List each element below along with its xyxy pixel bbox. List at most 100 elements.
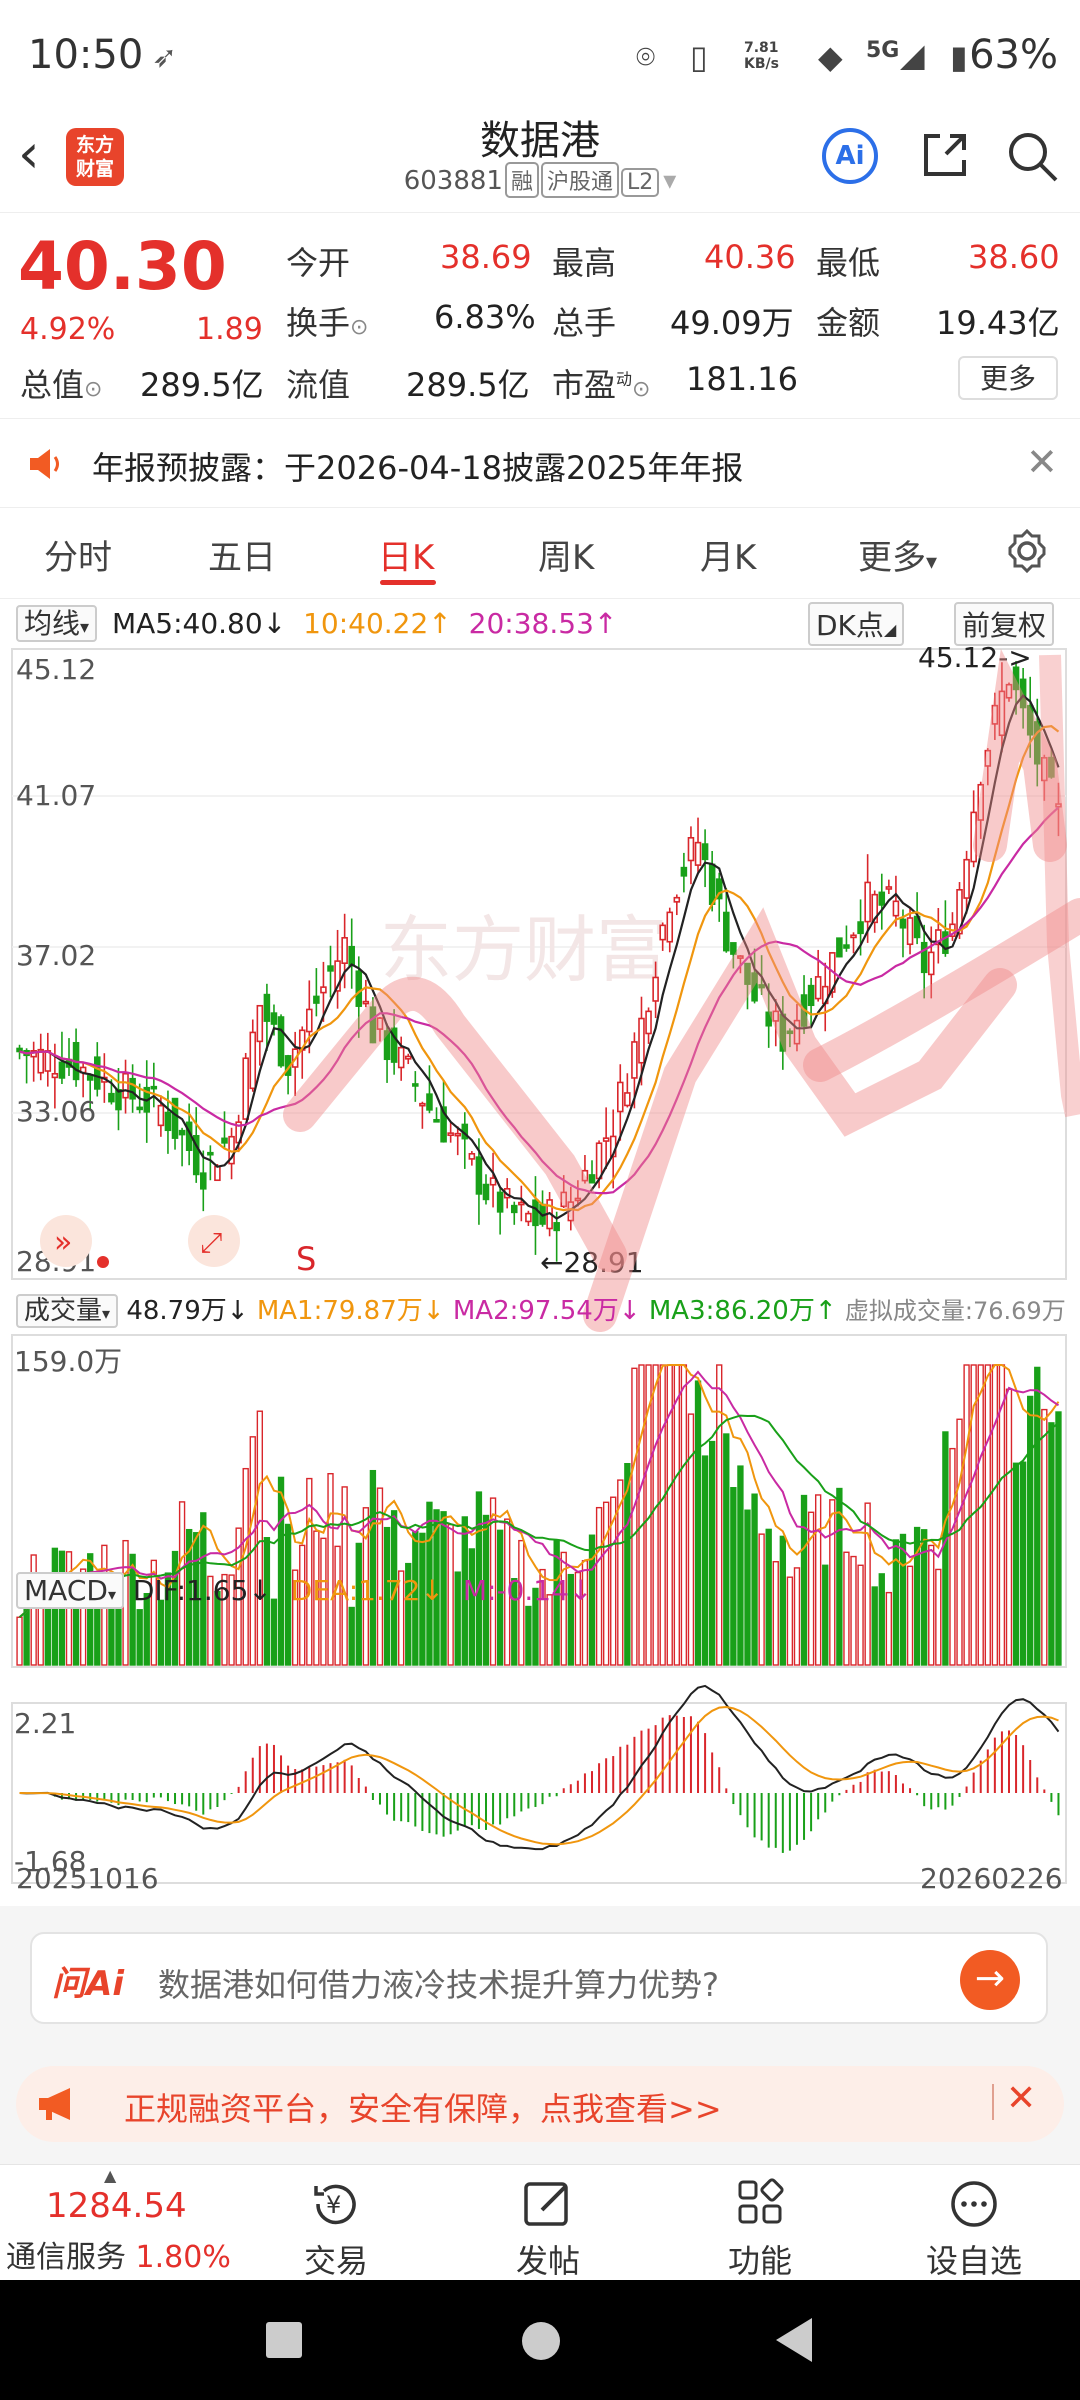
- notice-text[interactable]: 年报预披露：于2026-04-18披露2025年年报: [92, 443, 743, 489]
- tab-daily-k[interactable]: 日K: [378, 530, 434, 579]
- amount-label: 金额: [816, 304, 881, 342]
- tab-intraday[interactable]: 分时: [44, 530, 112, 579]
- macd-frame: [11, 1702, 1067, 1884]
- ma10-arrow: ↑: [428, 607, 452, 640]
- volume-bar: [1019, 1461, 1027, 1666]
- pe-label[interactable]: 市盈动⊙: [552, 360, 650, 406]
- more-button[interactable]: 更多: [958, 356, 1058, 400]
- volume-bar: [129, 1553, 136, 1666]
- dk-point-button[interactable]: DK点◢: [808, 602, 905, 646]
- candle-body: [496, 1191, 504, 1213]
- share-icon[interactable]: [920, 130, 970, 180]
- date-end: 20260226: [920, 1862, 1063, 1895]
- high-label: 最高: [552, 244, 617, 282]
- ad-text[interactable]: 正规融资平台，安全有保障，点我查看>>: [124, 2084, 722, 2130]
- candle-body: [447, 1132, 454, 1137]
- candle-body: [617, 1081, 624, 1113]
- info-icon[interactable]: ⊙: [84, 377, 102, 402]
- volume-bar: [1041, 1408, 1048, 1666]
- macd-histogram: [25, 1715, 1060, 1853]
- volume-bar: [1012, 1462, 1020, 1666]
- ad-banner[interactable]: 正规融资平台，安全有保障，点我查看>> ✕: [16, 2066, 1064, 2142]
- tab-weekly-k[interactable]: 周K: [538, 530, 594, 579]
- tab-underline: [380, 580, 436, 585]
- corner-caret-icon: ◢: [883, 620, 897, 639]
- home-button[interactable]: [522, 2322, 560, 2360]
- tag-l2: L2: [620, 168, 660, 197]
- macd-m: M:-0.14↓: [463, 1574, 593, 1607]
- ma10-value: 10:40.22↑: [303, 607, 452, 640]
- macd-selector-label: MACD: [24, 1574, 108, 1607]
- volume-bar: [136, 1609, 143, 1666]
- toolbar-trade[interactable]: ¥ 交易: [266, 2178, 406, 2282]
- macd-m-arrow: ↓: [568, 1574, 593, 1607]
- candle-body: [892, 900, 900, 917]
- toolbar-post[interactable]: 发帖: [478, 2178, 618, 2282]
- caret-down-icon: ▾: [102, 1304, 111, 1323]
- info-icon[interactable]: ⊙: [350, 315, 368, 340]
- volume-bar: [708, 1440, 716, 1666]
- tab-more[interactable]: 更多▾: [858, 530, 937, 579]
- recents-button[interactable]: [266, 2322, 302, 2358]
- tab-five-day[interactable]: 五日: [208, 530, 276, 579]
- change-amount: 1.89: [196, 312, 263, 347]
- index-value[interactable]: 1284.54: [46, 2186, 187, 2226]
- candle-body: [37, 1048, 45, 1074]
- close-icon[interactable]: ✕: [1026, 440, 1058, 484]
- ma20-text: 20:38.53: [468, 607, 594, 640]
- back-button[interactable]: [776, 2318, 812, 2362]
- chart-area[interactable]: 东方财富 45.12 41.07 37.02 33.06 28.91 45.12…: [0, 645, 1080, 1905]
- volume-bar: [87, 1553, 94, 1666]
- candle-body: [242, 1057, 249, 1120]
- indicator-selector[interactable]: 均线▾: [16, 605, 98, 642]
- chevron-down-icon[interactable]: ▾: [663, 166, 676, 196]
- toolbar-watchlist-label: 设自选: [925, 2242, 1022, 2280]
- info-icon[interactable]: ⊙: [632, 377, 650, 402]
- search-icon[interactable]: [1006, 130, 1060, 184]
- volume-label: 总手: [552, 304, 617, 342]
- candle-body: [489, 1177, 497, 1186]
- arrow-right-icon[interactable]: →: [960, 1950, 1020, 2010]
- turnover-label[interactable]: 换手⊙: [286, 298, 368, 344]
- volume-bar: [991, 1364, 999, 1666]
- change-pct: 4.92%: [20, 312, 116, 347]
- volume-bar: [737, 1465, 744, 1666]
- candle-body: [857, 921, 864, 935]
- candle-body: [602, 1137, 610, 1142]
- candle-body: [214, 1165, 221, 1182]
- toolbar-trade-label: 交易: [303, 2242, 368, 2280]
- candle-body: [115, 1089, 122, 1111]
- macd-selector[interactable]: MACD▾: [16, 1572, 124, 1609]
- page-title: 数据港: [480, 118, 600, 164]
- edit-icon: [524, 2182, 568, 2226]
- dk-point-label: DK点: [816, 609, 884, 642]
- volume-ma2-arrow: ↓: [618, 1296, 641, 1326]
- volume-bar: [673, 1364, 680, 1666]
- ai-question-text[interactable]: 数据港如何借力液冷技术提升算力优势?: [158, 1960, 719, 2006]
- toolbar-functions[interactable]: 功能: [690, 2178, 830, 2282]
- volume-bar: [37, 1604, 44, 1666]
- toolbar-watchlist[interactable]: 设自选: [904, 2178, 1044, 2282]
- candle-body: [221, 1137, 228, 1144]
- candle-body: [341, 937, 348, 964]
- stock-code-row: 603881 融沪股通 L2 ▾: [0, 162, 1080, 198]
- candle-body: [122, 1072, 129, 1099]
- adjust-button[interactable]: 前复权: [954, 602, 1055, 646]
- ai-button[interactable]: Ai: [822, 128, 878, 184]
- index-name-row[interactable]: 通信服务 1.80%: [6, 2232, 231, 2276]
- market-cap-label[interactable]: 总值⊙: [20, 360, 102, 406]
- more-dots-icon: [951, 2181, 997, 2227]
- candle-body: [426, 1093, 433, 1111]
- macd-dea-arrow: ↓: [420, 1574, 444, 1607]
- svg-text:¥: ¥: [326, 2191, 341, 2219]
- close-icon[interactable]: ✕: [1006, 2078, 1036, 2119]
- volume-bar: [348, 1606, 355, 1666]
- tab-monthly-k[interactable]: 月K: [700, 530, 756, 579]
- ai-question-bar[interactable]: 问Ai 数据港如何借力液冷技术提升算力优势? →: [30, 1932, 1048, 2024]
- volume-selector[interactable]: 成交量▾: [16, 1294, 119, 1328]
- volume-bar: [694, 1380, 702, 1666]
- macd-m-text: M:-0.14: [462, 1574, 569, 1607]
- index-name: 通信服务: [6, 2240, 126, 2275]
- candle-body: [306, 1008, 313, 1033]
- settings-icon[interactable]: [1004, 528, 1050, 574]
